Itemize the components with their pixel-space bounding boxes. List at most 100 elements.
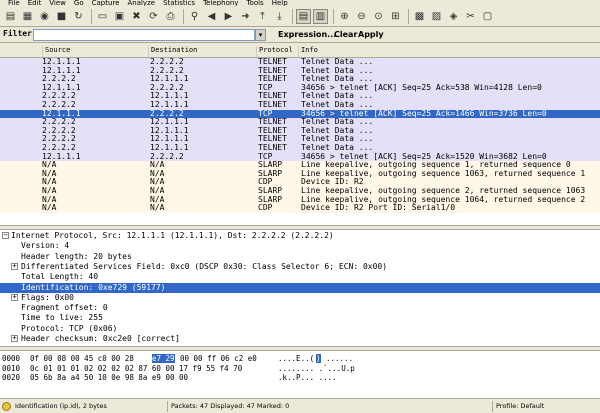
detail-tree-item[interactable]: + Flags: 0x00 [0,293,600,303]
detail-tree-item[interactable]: Version: 4 [0,241,600,251]
packet-row[interactable]: 2.2.2.2 12.1.1.1 TELNET Telnet Data ... [0,135,600,144]
filter-dropdown-button[interactable]: ▾ [255,29,266,41]
detail-tree-label: Fragment offset: 0 [21,303,108,313]
packet-row[interactable]: 2.2.2.2 12.1.1.1 TELNET Telnet Data ... [0,126,600,136]
status-packet-counts: Packets: 47 Displayed: 47 Marked: 0 [167,401,492,412]
column-header-protocol[interactable]: Protocol [256,46,301,57]
preferences-icon[interactable]: ✂ [463,9,478,24]
column-header-destination[interactable]: Destination [148,46,259,57]
detail-tree-label: Total Length: 40 [21,272,99,282]
colorize-icon[interactable]: ▤ [296,8,311,24]
hex-line: 0010 0c 01 01 01 02 02 02 02 87 60 00 17 … [0,364,600,373]
detail-tree-item[interactable]: Identification: 0xe729 (59177) [0,282,600,293]
detail-tree-label: Protocol: TCP (0x06) [21,323,118,333]
hex-bytes[interactable]: 00 00 ff 06 c2 e0 [180,354,257,363]
toolbar-separator [292,8,293,24]
hex-line: 0000 0f 00 08 00 45 c0 00 28 e7 29 00 00 ff… [0,354,600,363]
hex-bytes[interactable]: 0c 01 01 01 02 02 02 02 87 60 00 17 f9 5… [30,364,242,373]
expression-button[interactable]: Expression... [278,30,336,39]
capture-filters-icon[interactable]: ▩ [412,9,427,24]
hex-bytes[interactable]: 05 6b 8a a4 50 10 0e 98 8a e9 00 00 [30,373,188,382]
packet-row[interactable]: 2.2.2.2 12.1.1.1 TELNET Telnet Data ... [0,118,600,127]
packet-details-pane[interactable]: − Internet Protocol, Src: 12.1.1.1 (12.1.… [0,230,600,346]
packet-list-pane[interactable]: Source Destination Protocol Info 12.1.1.… [0,44,600,226]
open-file-icon[interactable]: ▭ [95,9,110,24]
start-capture-icon[interactable]: ◉ [37,9,52,24]
expand-icon[interactable]: + [11,293,18,301]
packet-protocol: CDP [258,203,273,213]
packet-row[interactable]: 2.2.2.2 12.1.1.1 TELNET Telnet Data ... [0,92,600,101]
filter-toolbar: Filter: ▾ Expression... Clear Apply [0,27,600,43]
detail-tree-label: Header length: 20 bytes [21,251,132,261]
find-packet-icon[interactable]: ⚲ [187,9,202,24]
toolbar-separator [333,8,334,24]
hex-offset: 0000 [2,354,21,363]
apply-button[interactable]: Apply [358,30,384,39]
zoom-in-icon[interactable]: ⊕ [337,9,352,24]
expand-icon[interactable]: + [11,262,18,270]
detail-tree-item[interactable]: + Differentiated Services Field: 0xc0 (DS… [0,262,600,272]
go-forward-icon[interactable]: ▶ [221,9,236,24]
packet-row[interactable]: N/A N/A SLARP Line keepalive, outgoing sequ… [0,195,600,205]
column-header-source[interactable]: Source [42,46,151,57]
detail-tree-item[interactable]: Header length: 20 bytes [0,252,600,262]
status-profile[interactable]: Profile: Default [492,401,600,412]
resize-columns-icon[interactable]: ⊞ [388,9,403,24]
hex-offset: 0010 [2,363,21,373]
detail-tree-label: Identification: 0xe729 (59177) [21,282,166,292]
reload-icon[interactable]: ⟳ [146,9,161,24]
stop-capture-icon[interactable]: ■ [54,9,69,24]
hex-ascii: .k..P... .... [278,373,337,382]
packet-row[interactable]: 12.1.1.1 2.2.2.2 TELNET Telnet Data ... [0,57,600,67]
capture-options-icon[interactable]: ▦ [20,9,35,24]
collapse-icon[interactable]: − [2,232,9,239]
detail-tree-item[interactable]: Fragment offset: 0 [0,303,600,313]
expert-info-icon[interactable] [2,402,11,411]
go-back-icon[interactable]: ◀ [204,9,219,24]
detail-tree-item[interactable]: Time to live: 255 [0,313,600,323]
detail-tree-item[interactable]: + Header checksum: 0xc2e0 [correct] [0,334,600,344]
coloring-rules-icon[interactable]: ◈ [446,9,461,24]
go-to-packet-icon[interactable]: ➜ [238,9,253,24]
expand-icon[interactable]: + [11,335,18,342]
hex-bytes[interactable]: 0f 00 08 00 45 c0 00 28 [30,354,134,363]
hex-ascii: ....E..( [278,354,315,363]
save-file-icon[interactable]: ▣ [112,9,127,24]
restart-capture-icon[interactable]: ↻ [71,9,86,24]
auto-scroll-icon[interactable]: ▥ [313,8,328,24]
help-icon[interactable]: ▢ [480,9,495,24]
zoom-out-icon[interactable]: ⊖ [354,9,369,24]
go-first-icon[interactable]: ⤒ [255,9,270,24]
packet-row[interactable]: N/A N/A SLARP Line keepalive, outgoing sequ… [0,169,600,179]
detail-tree-item[interactable]: − Internet Protocol, Src: 12.1.1.1 (12.1.… [0,231,600,241]
packet-row[interactable]: 12.1.1.1 2.2.2.2 TCP 34656 > telnet [ACK] S… [0,109,600,119]
hex-ascii: ........ .`...U.p [278,363,355,373]
status-field-info: Identification (ip.id), 2 bytes [15,402,107,410]
detail-tree-label: Differentiated Services Field: 0xc0 (DSC… [21,261,388,271]
detail-tree-label: Flags: 0x00 [21,292,74,302]
interface-list-icon[interactable]: ▤ [3,9,18,24]
status-bar: Identification (ip.id), 2 bytes Packets:… [0,398,600,413]
display-filters-icon[interactable]: ▨ [429,9,444,24]
detail-tree-label: Version: 4 [21,241,70,251]
hex-ascii: ...... [326,354,354,363]
go-last-icon[interactable]: ⤓ [272,9,287,24]
filter-input[interactable] [33,29,255,41]
packet-row[interactable]: 12.1.1.1 2.2.2.2 TCP 34656 > telnet [ACK] S… [0,83,600,93]
packet-row[interactable]: 12.1.1.1 2.2.2.2 TELNET Telnet Data ... [0,66,600,76]
packet-source: N/A [42,203,57,213]
filter-label: Filter: [3,29,37,38]
packet-destination: N/A [150,203,165,213]
detail-tree-item[interactable]: Total Length: 40 [0,272,600,282]
packet-row[interactable]: N/A N/A CDP Device ID: R2 Port ID: Serial1/… [0,204,600,213]
column-header-info[interactable]: Info [298,46,600,57]
hex-bytes-highlight[interactable]: e7 29 [152,354,175,363]
packet-list-header: Source Destination Protocol Info [0,44,600,58]
print-icon[interactable]: ⎙ [163,9,178,24]
zoom-normal-icon[interactable]: ⊙ [371,9,386,24]
detail-tree-item[interactable]: Protocol: TCP (0x06) [0,324,600,334]
hex-line: 0020 05 6b 8a a4 50 10 0e 98 8a e9 00 00.… [0,373,600,382]
clear-button[interactable]: Clear [334,30,357,39]
close-file-icon[interactable]: ✖ [129,9,144,24]
packet-bytes-pane[interactable]: 0000 0f 00 08 00 45 c0 00 28 e7 29 00 00 ff… [0,351,600,398]
